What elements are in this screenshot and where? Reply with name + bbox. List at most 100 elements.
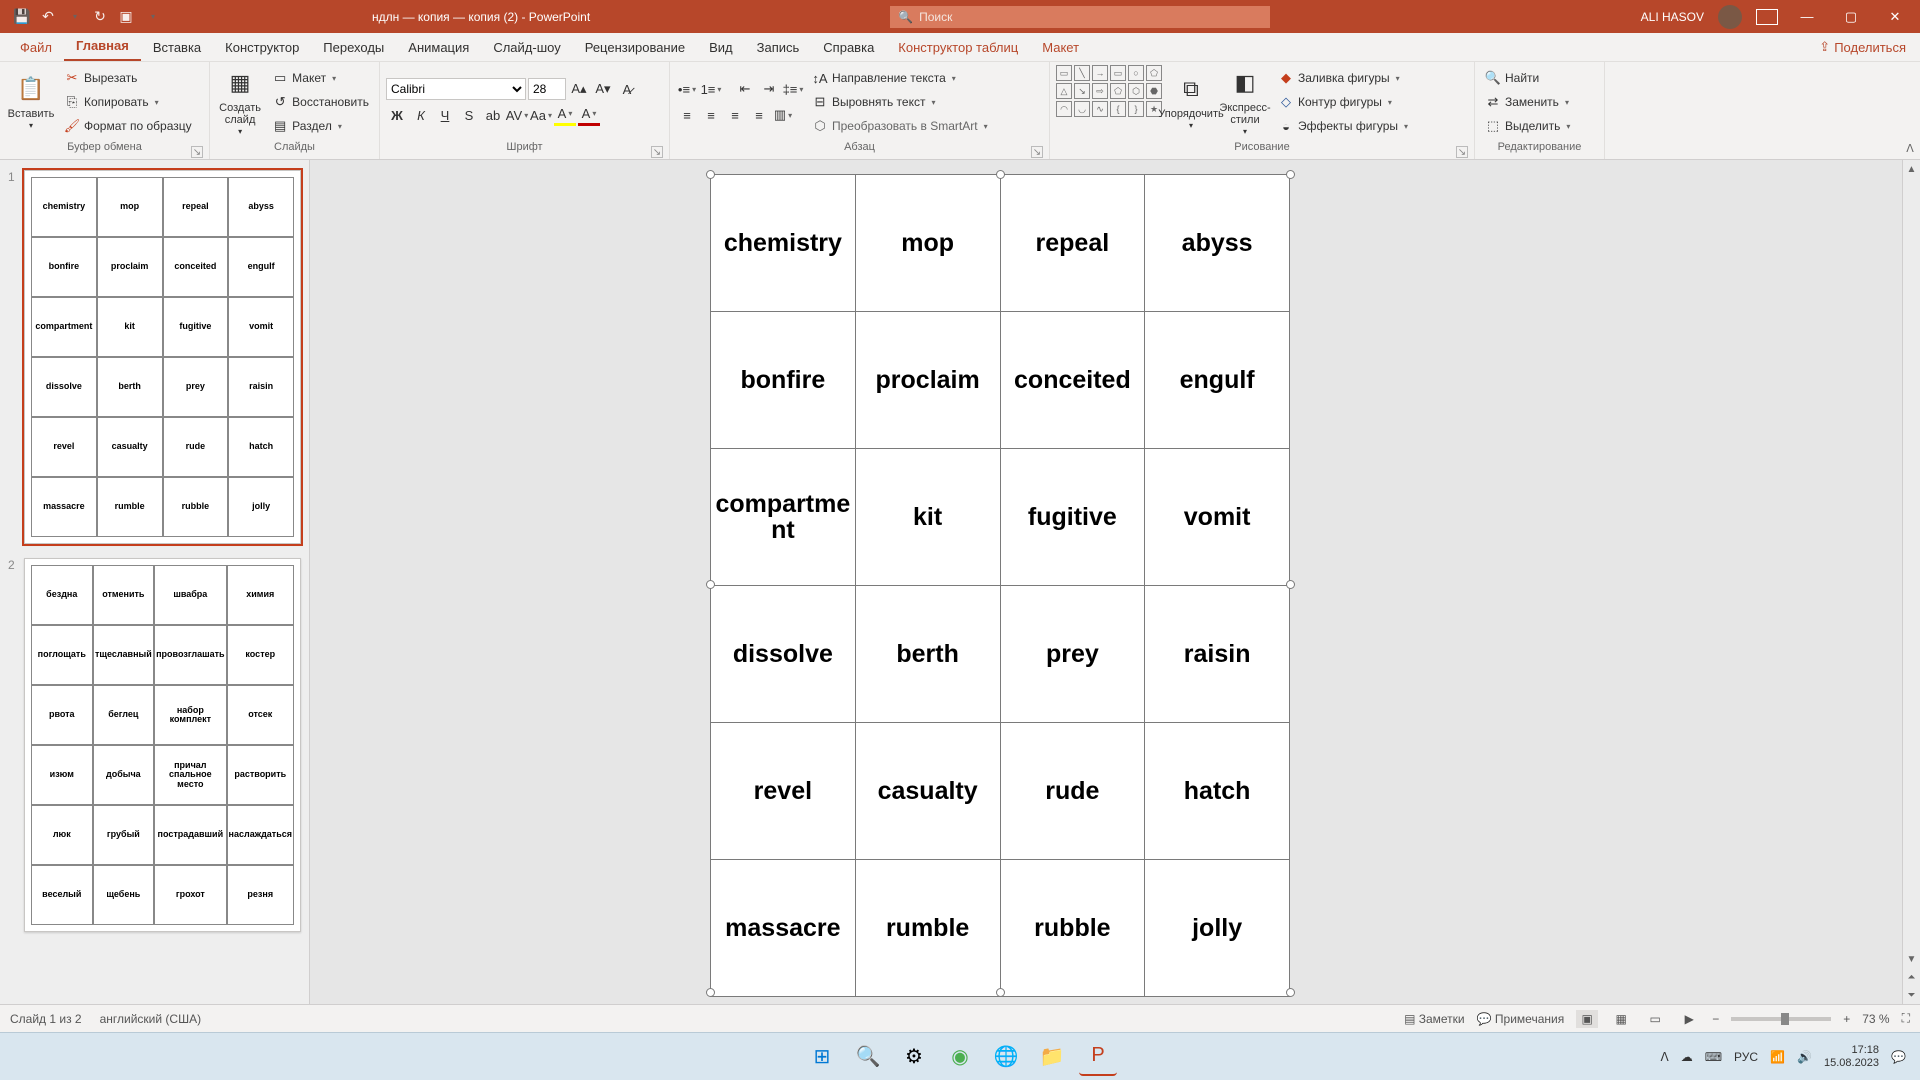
taskbar-app-1[interactable]: ◉ — [941, 1038, 979, 1076]
cut-button[interactable]: ✂Вырезать — [60, 67, 196, 89]
paragraph-dialog-icon[interactable]: ↘ — [1031, 146, 1043, 158]
tab-record[interactable]: Запись — [745, 34, 812, 61]
tab-design[interactable]: Конструктор — [213, 34, 311, 61]
undo-icon[interactable]: ↶ — [38, 7, 58, 27]
underline-button[interactable]: Ч — [434, 104, 456, 126]
vocab-cell[interactable]: rumble — [856, 860, 1001, 996]
qat-menu[interactable] — [142, 7, 162, 27]
grow-font-icon[interactable]: A▴ — [568, 78, 590, 100]
format-painter-button[interactable]: 🖌Формат по образцу — [60, 115, 196, 137]
taskbar-explorer-icon[interactable]: 📁 — [1033, 1038, 1071, 1076]
vocab-cell[interactable]: revel — [711, 723, 856, 859]
select-button[interactable]: ⬚Выделить — [1481, 115, 1574, 137]
zoom-slider[interactable] — [1731, 1017, 1831, 1021]
scroll-up-icon[interactable]: ▲ — [1903, 160, 1920, 178]
tab-view[interactable]: Вид — [697, 34, 745, 61]
smartart-button[interactable]: ⬡Преобразовать в SmartArt — [808, 115, 992, 137]
tab-insert[interactable]: Вставка — [141, 34, 213, 61]
tab-table-design[interactable]: Конструктор таблиц — [886, 34, 1030, 61]
columns-button[interactable]: ▥ — [772, 104, 794, 126]
highlight-button[interactable]: A — [554, 104, 576, 126]
share-button[interactable]: ⇪Поделиться — [1805, 33, 1920, 61]
vocab-cell[interactable]: vomit — [1145, 449, 1289, 585]
ribbon-mode-icon[interactable] — [1756, 9, 1778, 25]
tray-ime[interactable]: РУС — [1734, 1050, 1758, 1064]
taskbar-chrome-icon[interactable]: 🌐 — [987, 1038, 1025, 1076]
save-icon[interactable]: 💾 — [12, 7, 32, 27]
vocab-cell[interactable]: berth — [856, 586, 1001, 722]
new-slide-button[interactable]: ▦Создать слайд▾ — [216, 65, 264, 139]
zoom-in-icon[interactable]: + — [1843, 1012, 1850, 1026]
spacing-button[interactable]: AV — [506, 104, 528, 126]
tab-help[interactable]: Справка — [811, 34, 886, 61]
shadow-button[interactable]: ab — [482, 104, 504, 126]
layout-button[interactable]: ▭Макет — [268, 67, 373, 89]
font-size-input[interactable] — [528, 78, 566, 100]
shape-fill-button[interactable]: ◆Заливка фигуры — [1274, 67, 1412, 89]
bold-button[interactable]: Ж — [386, 104, 408, 126]
zoom-out-icon[interactable]: − — [1712, 1012, 1719, 1026]
slide-canvas[interactable]: chemistrymoprepealabyss bonfireproclaimco… — [310, 160, 1902, 1004]
vocab-cell[interactable]: fugitive — [1001, 449, 1146, 585]
font-color-button[interactable]: A — [578, 104, 600, 126]
text-direction-button[interactable]: ↕AНаправление текста — [808, 67, 992, 89]
scroll-down-icon[interactable]: ▼ — [1903, 950, 1920, 968]
quick-styles-button[interactable]: ◧Экспресс-стили▾ — [1220, 65, 1270, 139]
redo-icon[interactable]: ↻ — [90, 7, 110, 27]
vocab-cell[interactable]: dissolve — [711, 586, 856, 722]
shape-outline-button[interactable]: ◇Контур фигуры — [1274, 91, 1412, 113]
taskbar-powerpoint-icon[interactable]: P — [1079, 1038, 1117, 1076]
vocab-cell[interactable]: kit — [856, 449, 1001, 585]
strike-button[interactable]: S — [458, 104, 480, 126]
align-text-button[interactable]: ⊟Выровнять текст — [808, 91, 992, 113]
vocab-cell[interactable]: prey — [1001, 586, 1146, 722]
vocab-cell[interactable]: raisin — [1145, 586, 1289, 722]
tab-file[interactable]: Файл — [8, 34, 64, 61]
align-center-button[interactable]: ≡ — [700, 104, 722, 126]
slide-counter[interactable]: Слайд 1 из 2 — [10, 1012, 82, 1026]
slide-panel[interactable]: 1 chemistrymoprepealabyssbonfireproclaim… — [0, 160, 310, 1004]
avatar[interactable] — [1718, 5, 1742, 29]
vocab-cell[interactable]: mop — [856, 175, 1001, 311]
zoom-level[interactable]: 73 % — [1862, 1012, 1889, 1026]
prev-slide-icon[interactable]: ⏶ — [1903, 968, 1920, 986]
thumb-slide-2[interactable]: 2 безднаотменитьшвабрахимияпоглощатьтщес… — [8, 558, 301, 932]
vocab-table[interactable]: chemistrymoprepealabyss bonfireproclaimco… — [710, 174, 1290, 997]
vocab-cell[interactable]: compartment — [711, 449, 856, 585]
vocab-cell[interactable]: hatch — [1145, 723, 1289, 859]
notes-button[interactable]: ▤ Заметки — [1404, 1012, 1465, 1026]
normal-view-icon[interactable]: ▣ — [1576, 1010, 1598, 1028]
tray-chevron-icon[interactable]: ᐱ — [1661, 1050, 1669, 1064]
paste-button[interactable]: 📋Вставить▾ — [6, 65, 56, 139]
search-box[interactable]: 🔍 Поиск — [890, 6, 1270, 28]
copy-button[interactable]: ⎘Копировать — [60, 91, 196, 113]
maximize-button[interactable]: ▢ — [1836, 9, 1866, 25]
case-button[interactable]: Aa — [530, 104, 552, 126]
vocab-cell[interactable]: abyss — [1145, 175, 1289, 311]
clipboard-dialog-icon[interactable]: ↘ — [191, 146, 203, 158]
thumb-slide-1[interactable]: 1 chemistrymoprepealabyssbonfireproclaim… — [8, 170, 301, 544]
drawing-dialog-icon[interactable]: ↘ — [1456, 146, 1468, 158]
reading-view-icon[interactable]: ▭ — [1644, 1010, 1666, 1028]
tab-slideshow[interactable]: Слайд-шоу — [481, 34, 572, 61]
bullets-button[interactable]: •≡ — [676, 78, 698, 100]
font-dialog-icon[interactable]: ↘ — [651, 146, 663, 158]
align-justify-button[interactable]: ≡ — [748, 104, 770, 126]
undo-menu[interactable] — [64, 7, 84, 27]
arrange-button[interactable]: ⧉Упорядочить▾ — [1166, 65, 1216, 139]
vocab-cell[interactable]: rubble — [1001, 860, 1146, 996]
vocab-cell[interactable]: rude — [1001, 723, 1146, 859]
minimize-button[interactable]: — — [1792, 9, 1822, 24]
vocab-cell[interactable]: repeal — [1001, 175, 1146, 311]
replace-button[interactable]: ⇄Заменить — [1481, 91, 1574, 113]
vocab-cell[interactable]: bonfire — [711, 312, 856, 448]
vocab-cell[interactable]: conceited — [1001, 312, 1146, 448]
close-button[interactable]: ✕ — [1880, 9, 1910, 25]
language-status[interactable]: английский (США) — [100, 1012, 201, 1026]
vocab-cell[interactable]: chemistry — [711, 175, 856, 311]
taskbar-search-icon[interactable]: 🔍 — [849, 1038, 887, 1076]
reset-button[interactable]: ↺Восстановить — [268, 91, 373, 113]
tray-volume-icon[interactable]: 🔊 — [1797, 1050, 1812, 1064]
vocab-cell[interactable]: proclaim — [856, 312, 1001, 448]
font-name-select[interactable]: Calibri — [386, 78, 526, 100]
